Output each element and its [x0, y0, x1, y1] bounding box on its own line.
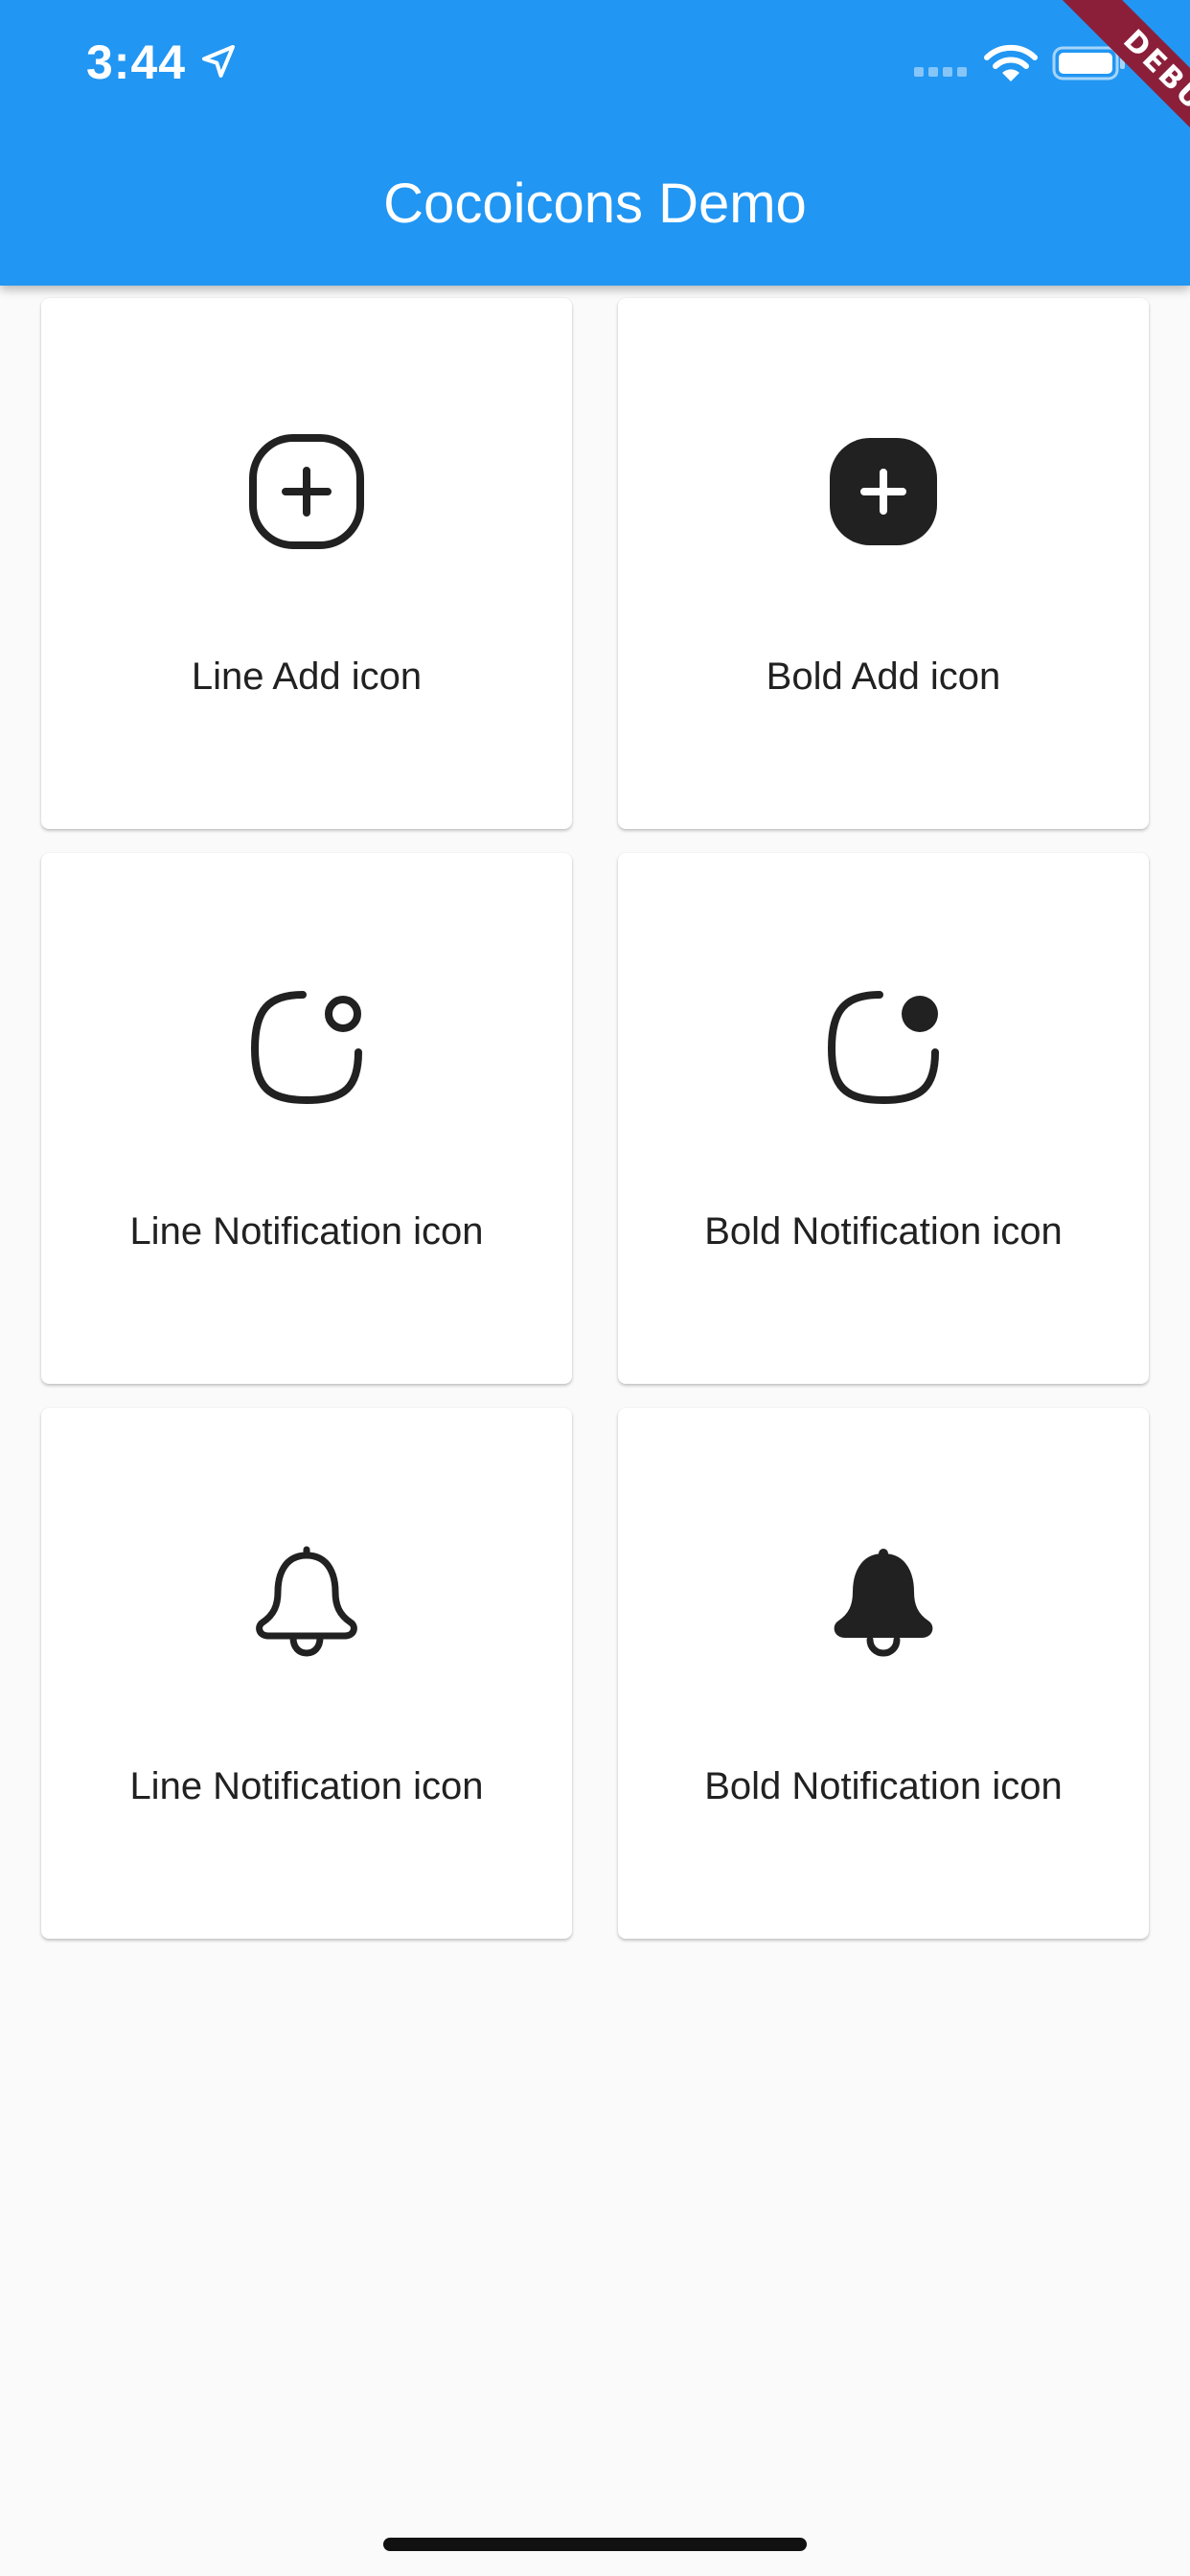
bell-bold-icon [834, 1549, 933, 1657]
add-bold-icon [830, 438, 937, 545]
card-label: Line Notification icon [129, 1210, 484, 1253]
card-label: Bold Add icon [766, 656, 1001, 698]
debug-banner-label: DEBUG [1049, 0, 1190, 192]
card-line-notification[interactable]: Line Notification icon [41, 853, 572, 1384]
add-line-icon [249, 434, 364, 549]
card-bold-bell[interactable]: Bold Notification icon [618, 1408, 1149, 1939]
card-label: Bold Notification icon [704, 1210, 1063, 1253]
card-bold-notification[interactable]: Bold Notification icon [618, 853, 1149, 1384]
cellular-signal-icon [914, 67, 967, 77]
card-label: Line Notification icon [129, 1765, 484, 1807]
card-bold-add[interactable]: Bold Add icon [618, 298, 1149, 829]
location-arrow-icon [202, 45, 235, 78]
card-label: Bold Notification icon [704, 1765, 1063, 1807]
icon-grid: Line Add icon Bold Add icon Line Notific… [0, 0, 1190, 2576]
card-line-add[interactable]: Line Add icon [41, 298, 572, 829]
notification-bold-icon [827, 991, 939, 1104]
notification-line-icon [250, 991, 362, 1104]
bell-line-icon [256, 1546, 357, 1657]
card-line-bell[interactable]: Line Notification icon [41, 1408, 572, 1939]
card-label: Line Add icon [191, 656, 423, 698]
debug-banner: DEBUG [998, 0, 1190, 192]
status-time: 3:44 [86, 35, 187, 89]
